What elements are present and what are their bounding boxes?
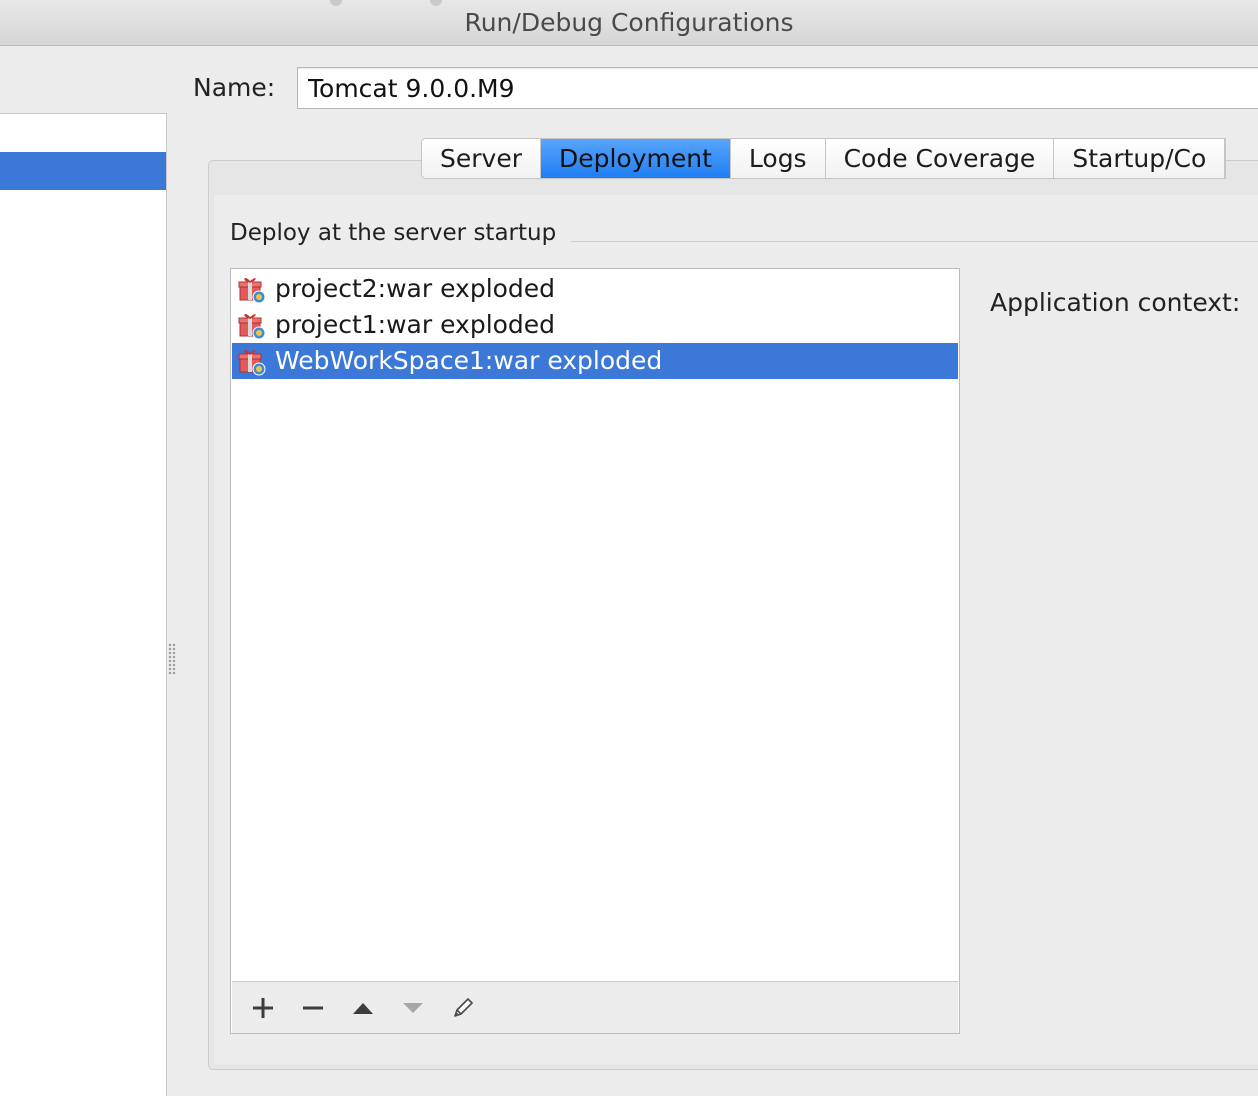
name-field[interactable] xyxy=(297,67,1258,109)
edit-button[interactable] xyxy=(442,987,484,1029)
artifact-list[interactable]: project2:war exploded project1:war explo… xyxy=(230,268,960,1034)
tab-logs[interactable]: Logs xyxy=(730,139,826,178)
list-item-label: project2:war exploded xyxy=(275,274,556,303)
add-icon xyxy=(253,997,273,1018)
edit-icon xyxy=(454,997,473,1017)
add-button[interactable] xyxy=(242,987,284,1029)
window-control-dot[interactable] xyxy=(430,0,442,6)
tab-code-coverage[interactable]: Code Coverage xyxy=(825,139,1055,178)
tree-selected-row[interactable] xyxy=(0,152,166,190)
name-label: Name: xyxy=(193,73,276,102)
configurations-tree[interactable] xyxy=(0,113,167,1096)
move-down-button[interactable] xyxy=(392,987,434,1029)
war-exploded-icon xyxy=(238,350,266,376)
tab-server[interactable]: Server xyxy=(422,139,541,178)
list-item-selected[interactable]: WebWorkSpace1:war exploded xyxy=(232,343,958,379)
remove-icon xyxy=(303,1006,323,1009)
splitter-handle[interactable] xyxy=(168,643,176,675)
list-item-label: WebWorkSpace1:war exploded xyxy=(275,346,663,375)
war-exploded-icon xyxy=(238,278,266,304)
remove-button[interactable] xyxy=(292,987,334,1029)
title-bar: Run/Debug Configurations xyxy=(0,0,1258,46)
move-down-icon xyxy=(403,1002,423,1013)
window-control-dot[interactable] xyxy=(330,0,342,6)
deploy-group-title: Deploy at the server startup xyxy=(230,220,571,246)
window-title: Run/Debug Configurations xyxy=(464,8,794,37)
list-item-label: project1:war exploded xyxy=(275,310,556,339)
list-item[interactable]: project1:war exploded xyxy=(232,307,958,343)
move-up-button[interactable] xyxy=(342,987,384,1029)
war-exploded-icon xyxy=(238,314,266,340)
tab-startup-connection[interactable]: Startup/Co xyxy=(1054,139,1226,178)
group-separator xyxy=(567,241,1258,242)
tab-bar: Server Deployment Logs Code Coverage Sta… xyxy=(421,138,1227,179)
application-context-label: Application context: xyxy=(990,288,1241,317)
move-up-icon xyxy=(353,1002,373,1014)
tab-deployment[interactable]: Deployment xyxy=(540,139,731,178)
list-item[interactable]: project2:war exploded xyxy=(232,271,958,307)
list-toolbar xyxy=(232,981,958,1033)
